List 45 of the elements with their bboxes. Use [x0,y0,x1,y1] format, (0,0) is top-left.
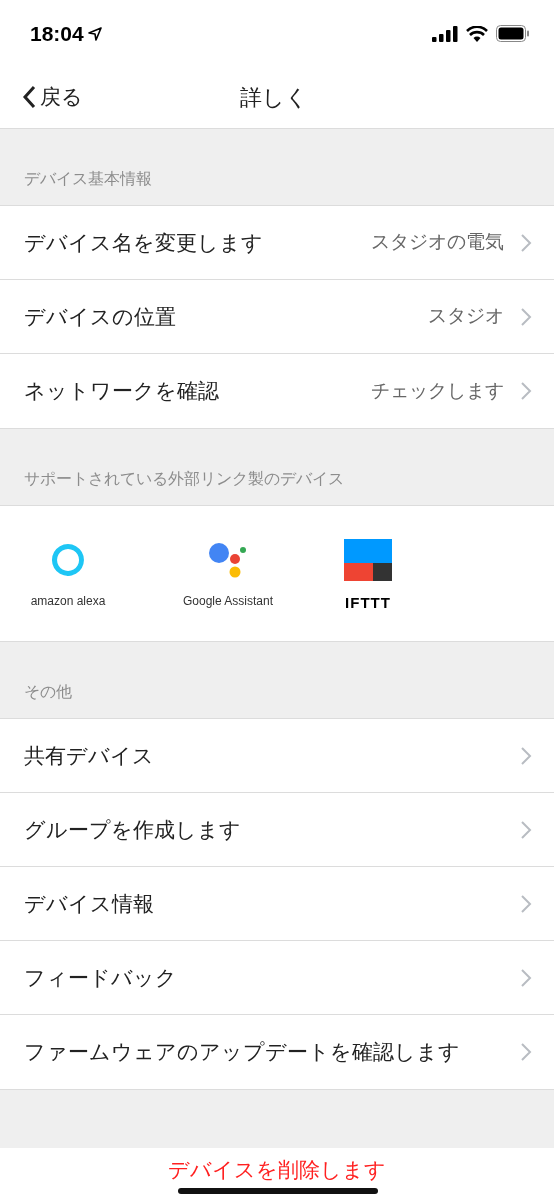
dots-logo-icon [208,541,248,578]
row-label: グループを作成します [24,817,242,843]
settings-row[interactable]: デバイス名を変更します スタジオの電気 [0,206,554,281]
battery-icon [496,25,530,43]
settings-row[interactable]: グループを作成します [0,793,554,868]
chevron-right-icon [520,967,532,988]
delete-device-button[interactable]: デバイスを削除します [168,1158,386,1182]
row-label: 共有デバイス [24,743,155,769]
blocks-logo-icon [344,538,392,581]
chevron-right-icon [520,306,532,327]
settings-row[interactable]: フィードバック [0,941,554,1016]
row-label: ファームウェアのアップデートを確認します [24,1039,461,1066]
chevron-right-icon [520,819,532,840]
row-label: デバイスの位置 [24,303,177,330]
settings-row[interactable]: デバイスの位置 スタジオ [0,280,554,355]
settings-row[interactable]: デバイス情報 [0,867,554,942]
chevron-left-icon [22,85,36,110]
integration-tile[interactable]: IFTTT [298,537,438,615]
chevron-right-icon [520,745,532,766]
ring-logo-icon [50,541,86,578]
back-button[interactable]: 戻る [0,81,83,113]
settings-row[interactable]: ファームウェアのアップデートを確認します [0,1015,554,1090]
chevron-right-icon [520,232,532,253]
settings-row[interactable]: 共有デバイス [0,719,554,794]
row-label: デバイス名を変更します [24,229,264,256]
chevron-right-icon [520,1042,532,1063]
chevron-right-icon [520,381,532,402]
wifi-icon [466,25,488,42]
page-title: 詳しく [240,83,308,112]
row-label: デバイス情報 [24,891,155,917]
integration-label: Google Assistant [182,592,274,610]
integration-tile[interactable]: amazon alexa [18,537,118,610]
status-time: 18:04 [30,21,84,48]
row-value: チェックします [371,378,504,403]
location-arrow-icon [87,26,102,41]
integration-label: amazon alexa [30,592,106,610]
row-label: ネットワークを確認 [24,378,220,405]
signal-icon [432,25,458,42]
row-value: スタジオ [428,304,504,329]
chevron-right-icon [520,893,532,914]
row-value: スタジオの電気 [371,230,504,255]
integration-tile[interactable]: Google Assistant [158,537,298,610]
settings-row[interactable]: ネットワークを確認 チェックします [0,354,554,429]
integration-label: IFTTT [345,592,391,613]
row-label: フィードバック [24,965,178,991]
